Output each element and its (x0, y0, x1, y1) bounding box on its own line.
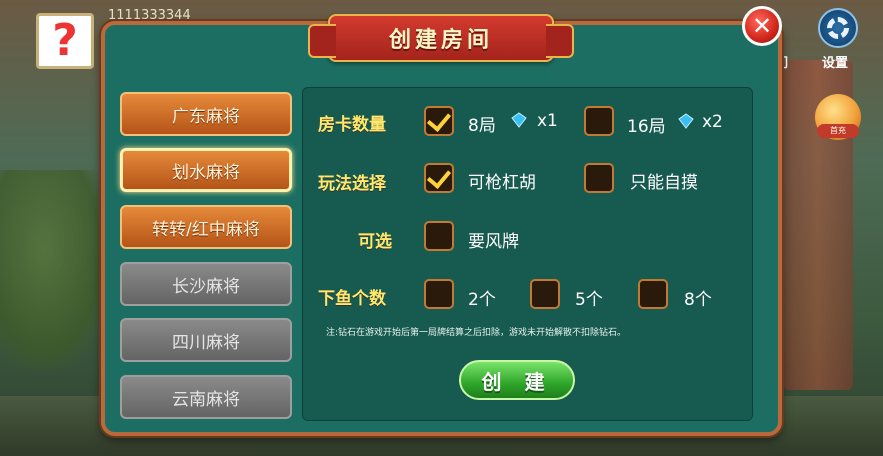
checkbox-self-draw-only[interactable] (584, 163, 614, 193)
checkmark-icon (426, 106, 452, 133)
checkmark-icon (426, 163, 452, 190)
option-8-rounds: 8局 (468, 116, 496, 136)
room-cards-label: 房卡数量 (318, 115, 386, 135)
avatar[interactable]: ? (36, 13, 94, 69)
create-room-button[interactable]: 创 建 (459, 360, 575, 400)
tab-zhuanzhuan-hongzhong-mahjong[interactable]: 转转/红中麻将 (120, 205, 292, 249)
tab-sichuan-mahjong[interactable]: 四川麻将 (120, 318, 292, 362)
settings-button[interactable] (818, 8, 858, 48)
settings-label: 设置 (822, 56, 849, 71)
option-fish-2: 2个 (468, 290, 496, 310)
option-16-rounds: 16局 (627, 117, 666, 137)
checkbox-rob-kong[interactable] (424, 163, 454, 193)
question-mark-icon: ? (52, 15, 78, 66)
background-tree (0, 170, 110, 370)
close-button[interactable]: ✕ (742, 6, 782, 46)
option-rob-kong: 可枪杠胡 (468, 173, 536, 193)
diamond-icon (678, 113, 694, 129)
checkbox-8-rounds[interactable] (424, 106, 454, 136)
checkbox-fish-2[interactable] (424, 279, 454, 309)
tab-changsha-mahjong[interactable]: 长沙麻将 (120, 262, 292, 306)
checkbox-16-rounds[interactable] (584, 106, 614, 136)
fish-count-label: 下鱼个数 (318, 289, 386, 309)
tab-guangdong-mahjong[interactable]: 广东麻将 (120, 92, 292, 136)
option-self-draw-only: 只能自摸 (630, 173, 698, 193)
tab-huashui-mahjong[interactable]: 划水麻将 (120, 148, 292, 192)
dialog-title: 创建房间 (388, 28, 493, 53)
option-fish-8: 8个 (684, 290, 712, 310)
diamond-icon (511, 112, 527, 128)
diamond-deduction-note: 注:钻石在游戏开始后第一局牌结算之后扣除，游戏未开始解散不扣除钻石。 (326, 328, 627, 338)
checkbox-wind-tiles[interactable] (424, 221, 454, 251)
option-8-rounds-cost: x1 (537, 111, 558, 131)
option-fish-5: 5个 (575, 290, 603, 310)
checkbox-fish-5[interactable] (530, 279, 560, 309)
optional-label: 可选 (358, 232, 392, 252)
option-16-rounds-cost: x2 (702, 112, 723, 132)
checkbox-fish-8[interactable] (638, 279, 668, 309)
play-mode-label: 玩法选择 (318, 174, 386, 194)
tab-yunnan-mahjong[interactable]: 云南麻将 (120, 375, 292, 419)
gear-icon (827, 17, 849, 39)
first-recharge-label: 首充 (817, 124, 859, 138)
option-wind-tiles: 要风牌 (468, 232, 519, 252)
dialog-title-banner: 创建房间 (308, 14, 574, 62)
